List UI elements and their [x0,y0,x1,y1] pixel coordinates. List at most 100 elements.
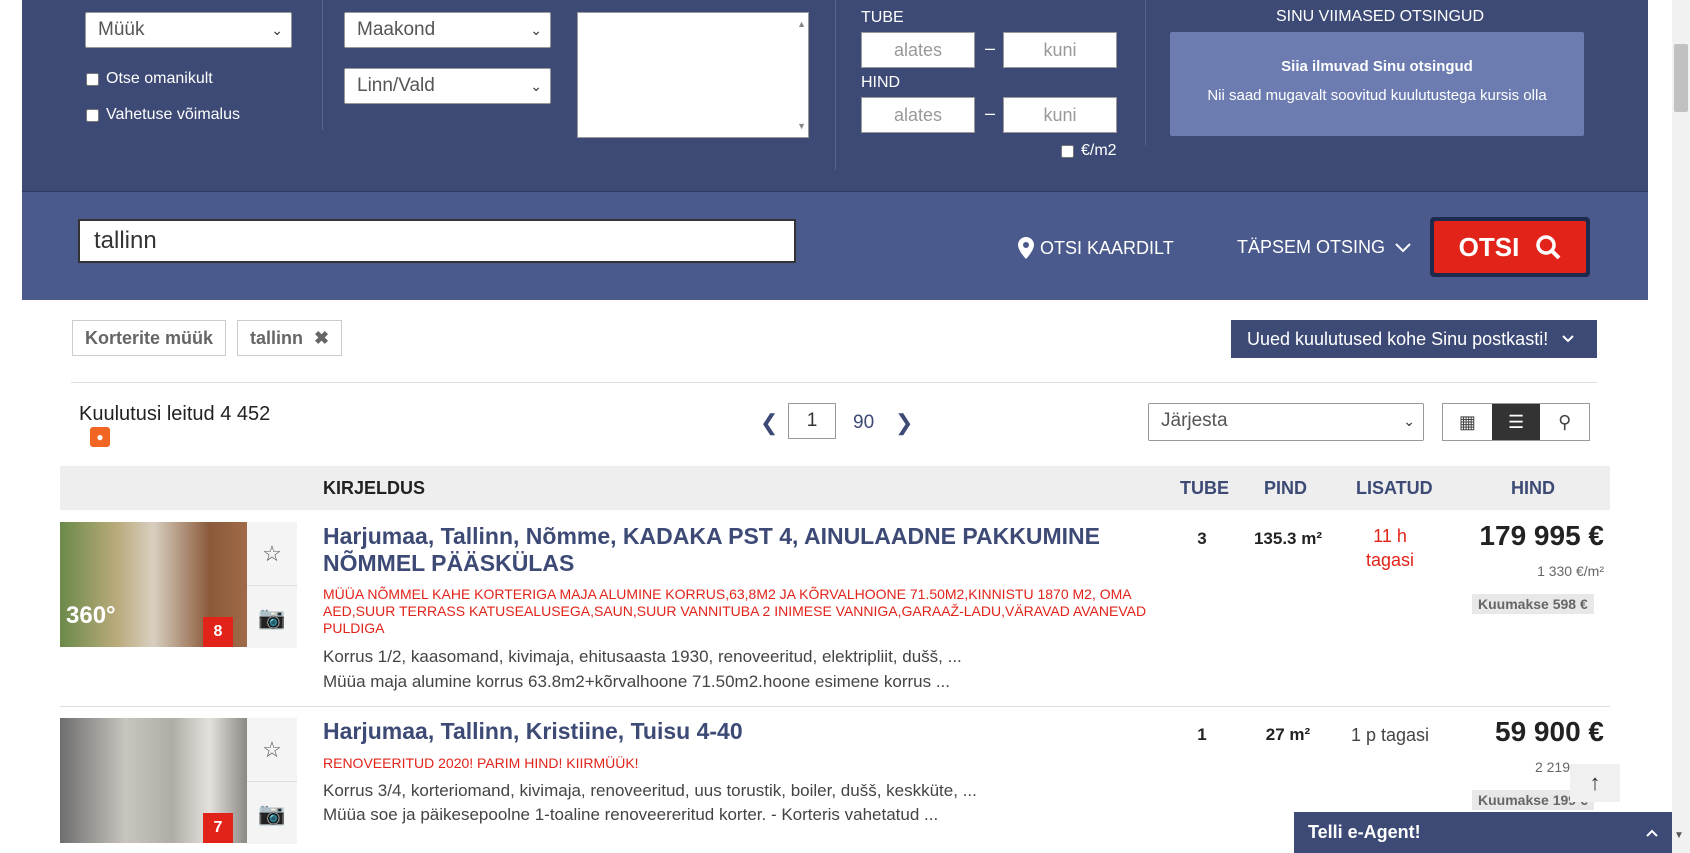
chevron-down-icon: ⌄ [530,22,542,38]
chevron-right-icon[interactable]: ❯ [895,410,913,436]
photo-count-badge: 7 [203,813,233,843]
listing-details: Korrus 3/4, korteriomand, kivimaja, reno… [323,781,977,800]
email-alert-label: Uued kuulutused kohe Sinu postkasti! [1247,328,1549,349]
listing-added: 11 h tagasi [1365,526,1415,570]
back-to-top-button[interactable]: ↑ [1570,764,1620,802]
chevron-left-icon[interactable]: ❮ [760,410,778,436]
divider [60,706,1610,707]
exchange-label: Vahetuse võimalus [106,106,240,123]
chevron-up-icon[interactable] [1646,829,1658,837]
page-total[interactable]: 90 [853,412,874,434]
star-icon[interactable]: ☆ [247,718,297,781]
results-count: Kuulutusi leitud 4 452 [79,403,271,425]
recent-searches-heading: Siia ilmuvad Sinu otsingud [1281,58,1473,75]
listing-price-per-m2: 1 330 €/m² [1537,563,1604,579]
listing-price-per-m2: 2 219 [1534,759,1570,775]
checkbox-box[interactable] [86,108,99,122]
camera-icon[interactable]: 📷 [247,781,297,845]
county-select[interactable]: Maakond ⌄ [344,12,551,48]
scrollbar-thumb[interactable] [1674,44,1688,112]
col-description: KIRJELDUS [323,478,426,498]
price-from-input[interactable]: alates [861,97,975,133]
grid-view-icon[interactable]: ▦ [1443,404,1492,440]
map-search-button[interactable]: OTSI KAARDILT [1018,237,1174,259]
camera-icon[interactable]: 📷 [247,585,297,649]
map-pin-icon [1018,237,1034,259]
search-input[interactable]: tallinn [78,219,796,263]
eagent-label: Telli e-Agent! [1308,822,1421,842]
price-label: HIND [861,74,901,91]
col-added[interactable]: LISATUD [1356,478,1433,499]
search-icon [1536,235,1561,260]
range-dash: – [985,103,996,123]
listing-title[interactable]: Harjumaa, Tallinn, Nõmme, KADAKA PST 4, … [323,523,1153,577]
recent-searches-box: Siia ilmuvad Sinu otsingud Nii saad muga… [1170,32,1584,136]
listing-description: Müüa soe ja päikesepoolne 1-toaline reno… [323,805,939,824]
list-view-icon[interactable]: ☰ [1491,404,1541,440]
map-search-label: OTSI KAARDILT [1040,237,1174,258]
recent-searches-subtext: Nii saad mugavalt soovitud kuulutustega … [1207,87,1547,104]
page-input[interactable]: 1 [788,403,836,439]
map-view-icon[interactable]: ⚲ [1540,404,1589,440]
page-scrollbar[interactable] [1672,0,1690,853]
city-select[interactable]: Linn/Vald ⌄ [344,68,551,104]
advanced-search-label: TÄPSEM OTSING [1237,237,1386,257]
divider [322,0,323,130]
range-dash: – [985,38,996,58]
listing-title[interactable]: Harjumaa, Tallinn, Kristiine, Tuisu 4-40 [323,718,1153,745]
listing-rooms: 1 [1197,725,1207,744]
listing-area: 27 m² [1265,725,1311,744]
deal-type-select[interactable]: Müük ⌄ [85,12,292,48]
per-m2-label: €/m2 [1081,142,1117,159]
eagent-bar[interactable]: Telli e-Agent! [1294,812,1672,853]
listing-price: 179 995 € [1479,520,1604,551]
county-value: Maakond [357,19,436,40]
checkbox-box[interactable] [1061,144,1074,158]
district-listbox[interactable]: ▲ ▼ [577,12,809,138]
listing-actions: ☆ 📷 [247,718,297,844]
rooms-to-input[interactable]: kuni [1003,32,1117,68]
rss-icon[interactable]: ● [90,427,110,447]
exchange-checkbox[interactable]: Vahetuse võimalus [86,106,240,124]
recent-searches-title: SINU VIIMASED OTSINGUD [1275,8,1485,25]
deal-type-value: Müük [98,19,145,40]
price-to-input[interactable]: kuni [1003,97,1117,133]
listing-details: Korrus 1/2, kaasomand, kivimaja, ehitusa… [323,647,962,666]
checkbox-box[interactable] [86,72,99,86]
chevron-down-icon: ⌄ [530,78,542,94]
per-m2-checkbox[interactable]: €/m2 [1061,142,1117,160]
breadcrumb-category[interactable]: Korterite müük [72,320,227,356]
divider [835,0,836,170]
chevron-down-icon: ⌄ [271,22,283,38]
scroll-down-icon[interactable]: ▼ [797,121,806,131]
listing-photo[interactable]: 360° 8 [60,522,247,647]
star-icon[interactable]: ☆ [247,522,297,585]
panorama-360-icon: 360° [66,602,116,629]
divider [71,382,1597,383]
search-submit-button[interactable]: OTSI [1430,217,1590,277]
listing-monthly-payment[interactable]: Kuumakse 598 € [1472,594,1594,614]
advanced-search-button[interactable]: TÄPSEM OTSING [1237,237,1411,258]
col-rooms[interactable]: TUBE [1180,478,1229,499]
chevron-down-icon [1562,335,1574,343]
divider [1145,0,1146,145]
direct-owner-checkbox[interactable]: Otse omanikult [86,70,213,88]
breadcrumb-query-label: tallinn [250,328,303,348]
col-area[interactable]: PIND [1264,478,1307,499]
close-icon[interactable]: ✖ [314,328,329,348]
listing-tagline: RENOVEERITUD 2020! PARIM HIND! KIIRMÜÜK! [323,755,639,771]
rooms-label: TUBE [861,9,904,26]
scroll-down-icon[interactable]: ▼ [1674,830,1684,841]
rooms-from-input[interactable]: alates [861,32,975,68]
listing-photo[interactable]: 7 [60,718,247,843]
col-price[interactable]: HIND [1511,478,1555,499]
sort-select-value: Järjesta [1161,410,1228,431]
sort-select[interactable]: Järjesta ⌄ [1148,403,1424,441]
email-alert-button[interactable]: Uued kuulutused kohe Sinu postkasti! [1231,320,1597,358]
scroll-up-icon[interactable]: ▲ [797,19,806,29]
listing-price: 59 900 € [1495,716,1604,747]
listing-actions: ☆ 📷 [247,522,297,648]
breadcrumb-query[interactable]: tallinn ✖ [237,320,343,356]
city-value: Linn/Vald [357,75,435,96]
chevron-down-icon: ⌄ [1403,413,1415,429]
